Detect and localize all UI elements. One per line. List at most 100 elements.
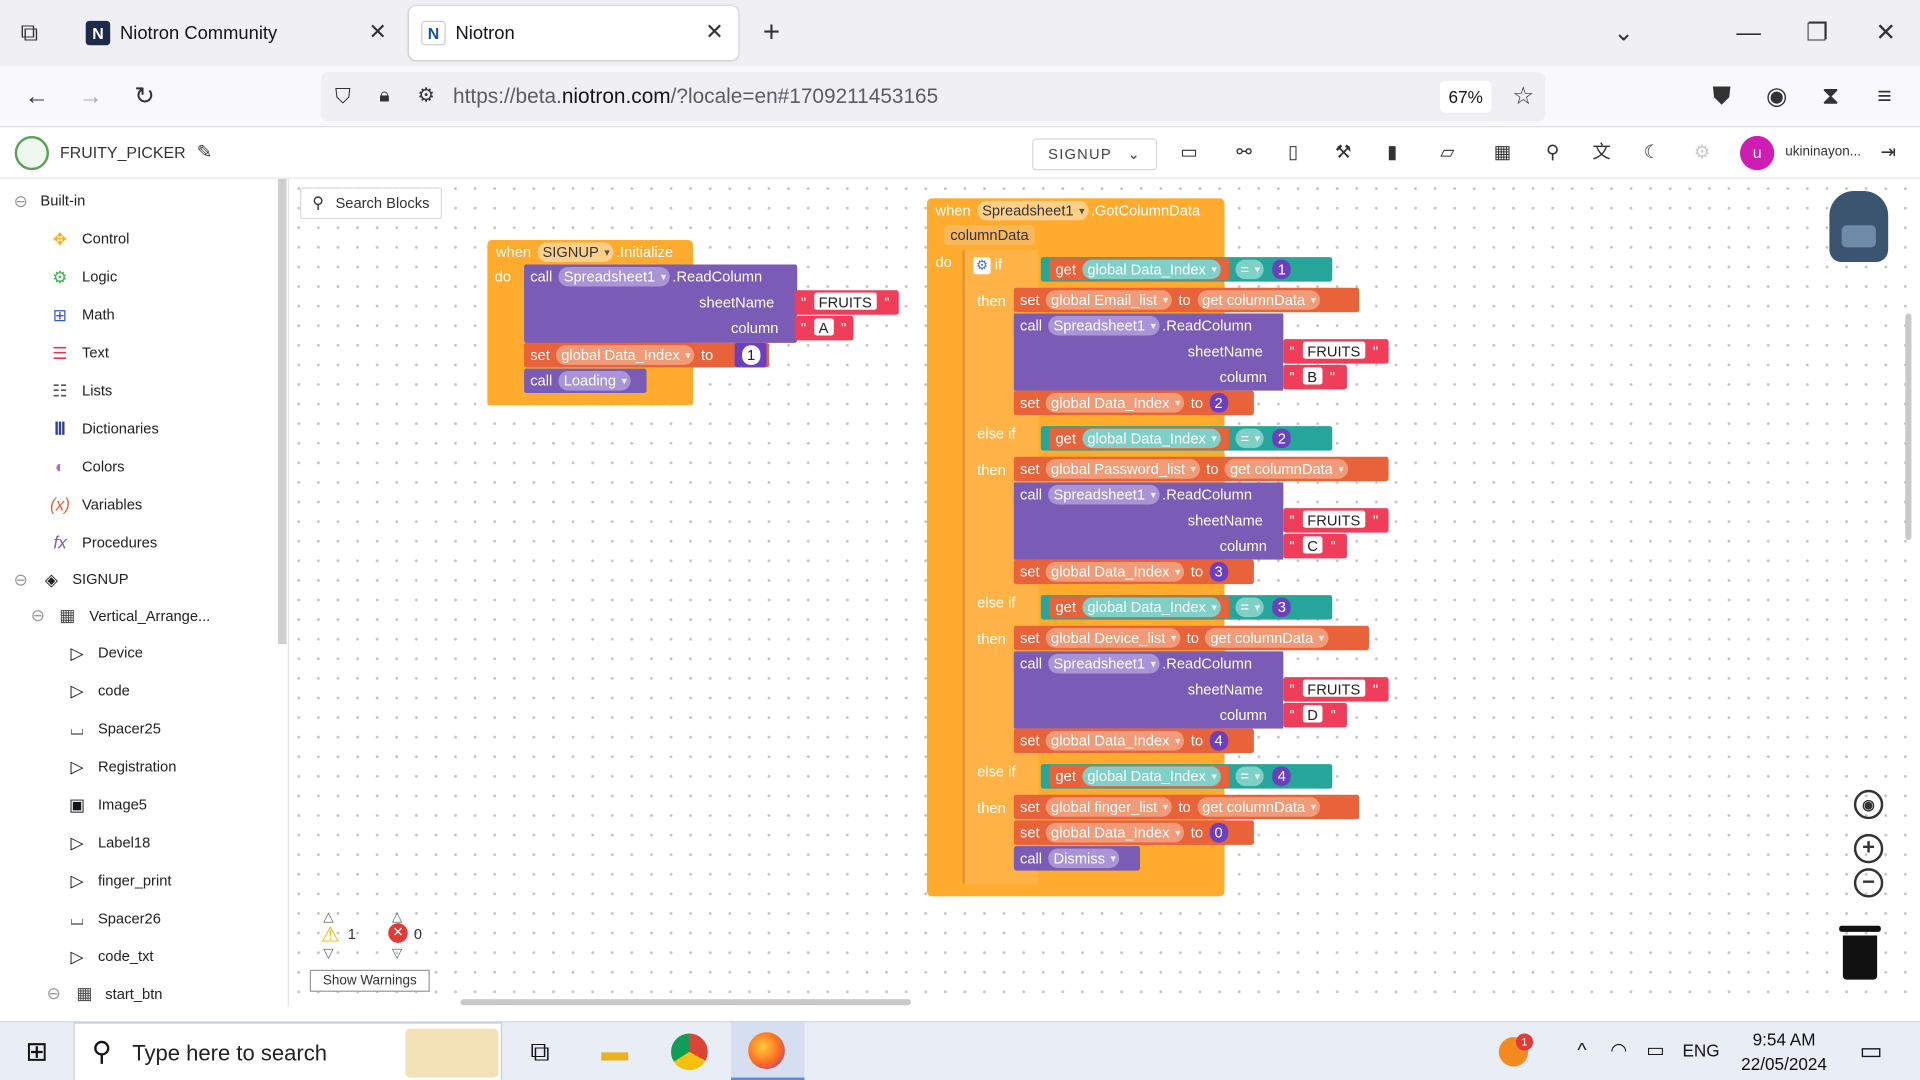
- sidebar-item-device[interactable]: Device: [98, 644, 143, 661]
- taskbar-search-box[interactable]: ⚲ Type here to search: [73, 1022, 503, 1080]
- lock-icon[interactable]: 🔒︎: [370, 82, 399, 111]
- chrome-icon[interactable]: [671, 1033, 708, 1071]
- text-literal[interactable]: FRUITS: [1301, 509, 1367, 529]
- zoom-level[interactable]: 67%: [1440, 80, 1492, 113]
- file-explorer-icon[interactable]: ▬: [595, 1032, 634, 1071]
- get-data-index-block[interactable]: get global Data_Index: [1049, 596, 1230, 619]
- procedure-dropdown[interactable]: Dismiss: [1048, 848, 1120, 869]
- tab-close-icon[interactable]: ✕: [705, 20, 723, 46]
- set-data-index-block[interactable]: set global Data_Index to 3: [1013, 559, 1254, 585]
- collapse-icon[interactable]: ⊖: [43, 982, 65, 1004]
- variable-dropdown[interactable]: global Data_Index: [1046, 393, 1185, 413]
- text-literal[interactable]: FRUITS: [812, 291, 878, 312]
- action-center-icon[interactable]: ▭: [1851, 1032, 1890, 1071]
- text-block-sheet[interactable]: " FRUITS ": [1283, 339, 1389, 364]
- warning-down-arrow-icon[interactable]: ▽: [323, 945, 333, 962]
- sidebar-item-colors[interactable]: Colors: [82, 458, 124, 475]
- number-literal[interactable]: 2: [1272, 428, 1291, 449]
- variable-dropdown[interactable]: global Password_list: [1046, 459, 1200, 479]
- collapse-icon[interactable]: ⊖: [27, 604, 49, 626]
- bookmark-icon[interactable]: ▮: [1380, 141, 1404, 165]
- tab-overview-icon[interactable]: ⧉: [15, 18, 44, 47]
- workspace-vertical-scrollbar[interactable]: [1905, 313, 1912, 541]
- permissions-icon[interactable]: ⚙: [411, 82, 440, 111]
- sidebar-item-label18[interactable]: Label18: [98, 834, 150, 851]
- error-up-arrow-icon[interactable]: △: [392, 909, 402, 925]
- minimize-icon[interactable]: —: [1734, 18, 1763, 47]
- sidebar-item-spacer26[interactable]: Spacer26: [98, 910, 161, 927]
- zoom-in-icon[interactable]: +: [1853, 833, 1884, 864]
- blocks-workspace[interactable]: ⚲ Search Blocks when SIGNUP.Initialize d…: [288, 178, 1920, 1007]
- get-data-index-block[interactable]: get global Data_Index: [1049, 765, 1230, 788]
- text-block-sheet[interactable]: " FRUITS ": [1283, 677, 1389, 702]
- tab-niotron[interactable]: N Niotron ✕: [408, 6, 739, 61]
- text-block-sheet[interactable]: " FRUITS ": [794, 290, 899, 315]
- text-block-column[interactable]: " D ": [1283, 702, 1347, 728]
- get-columndata[interactable]: get columnData: [1197, 290, 1320, 310]
- dark-mode-icon[interactable]: ☾: [1640, 141, 1664, 165]
- sidebar-item-signup[interactable]: SIGNUP: [72, 571, 128, 588]
- compare-block[interactable]: get global Data_Index = 3: [1040, 595, 1333, 620]
- laptop-icon[interactable]: ▭: [1177, 141, 1201, 165]
- number-literal[interactable]: 3: [1272, 597, 1291, 618]
- sidebar-item-lists[interactable]: Lists: [82, 382, 112, 399]
- get-columndata[interactable]: get columnData: [1197, 797, 1320, 817]
- set-list-block[interactable]: set global Device_list to get columnData: [1013, 625, 1369, 651]
- window-close-icon[interactable]: ✕: [1871, 18, 1900, 47]
- spreadsheet-dropdown[interactable]: Spreadsheet1: [558, 266, 670, 287]
- firefox-taskbar-button[interactable]: [731, 1022, 805, 1080]
- operator-dropdown[interactable]: =: [1235, 597, 1264, 618]
- operator-dropdown[interactable]: =: [1235, 766, 1264, 787]
- shield-icon[interactable]: ⛉: [328, 82, 357, 111]
- procedure-dropdown[interactable]: Loading: [558, 371, 631, 391]
- battery-icon[interactable]: ▭: [1636, 1032, 1675, 1071]
- number-literal[interactable]: 4: [1272, 766, 1291, 787]
- sidebar-item-finger-print[interactable]: finger_print: [98, 872, 172, 889]
- call-readcolumn-block[interactable]: call Spreadsheet1.ReadColumn: [1013, 651, 1284, 676]
- text-literal[interactable]: A: [812, 317, 835, 337]
- backpack-icon[interactable]: [1829, 191, 1889, 263]
- new-tab-icon[interactable]: +: [757, 18, 786, 47]
- number-literal[interactable]: 2: [1209, 393, 1228, 413]
- number-literal[interactable]: 1: [1272, 259, 1291, 280]
- text-block-column[interactable]: " B ": [1283, 364, 1347, 390]
- variable-dropdown[interactable]: global Data_Index: [1046, 731, 1185, 751]
- set-data-index-block[interactable]: set global Data_Index to 0: [1013, 820, 1254, 845]
- variable-dropdown[interactable]: global Device_list: [1046, 628, 1181, 648]
- variable-dropdown[interactable]: global Data_Index: [1082, 428, 1221, 449]
- call-loading-block[interactable]: call Loading: [524, 368, 647, 394]
- variable-dropdown[interactable]: global Data_Index: [1046, 822, 1185, 843]
- sidebar-item-control[interactable]: Control: [82, 230, 129, 247]
- mutator-gear-icon[interactable]: ⚙: [973, 257, 991, 275]
- task-view-icon[interactable]: ⧉: [520, 1032, 559, 1071]
- component-dropdown[interactable]: SIGNUP: [537, 242, 614, 263]
- set-list-block[interactable]: set global Password_list to get columnDa…: [1013, 456, 1389, 482]
- text-block-column[interactable]: " A ": [794, 315, 854, 341]
- variable-dropdown[interactable]: global Data_Index: [556, 345, 695, 365]
- compare-block[interactable]: get global Data_Index = 4: [1040, 764, 1333, 789]
- number-literal[interactable]: 1: [742, 345, 761, 365]
- sidebar-item-code-txt[interactable]: code_txt: [98, 948, 154, 965]
- get-data-index-block[interactable]: get global Data_Index: [1049, 427, 1230, 450]
- sidebar-item-vertical-arrangement[interactable]: Vertical_Arrange...: [89, 607, 210, 624]
- error-down-arrow-icon[interactable]: ▽: [392, 945, 402, 962]
- sidebar-item-spacer25[interactable]: Spacer25: [98, 720, 161, 737]
- set-list-block[interactable]: set global Email_list to get columnData: [1013, 287, 1360, 313]
- variable-dropdown[interactable]: global Email_list: [1046, 290, 1172, 310]
- account-icon[interactable]: ◉: [1762, 82, 1791, 111]
- operator-dropdown[interactable]: =: [1235, 428, 1264, 449]
- workspace-horizontal-scrollbar[interactable]: [460, 999, 912, 1006]
- grid-icon[interactable]: ▦: [1490, 141, 1514, 165]
- sidebar-item-math[interactable]: Math: [82, 306, 115, 323]
- trash-icon[interactable]: [1839, 925, 1881, 980]
- sidebar-item-image5[interactable]: Image5: [98, 796, 147, 813]
- avatar[interactable]: u: [1740, 135, 1775, 171]
- variable-dropdown[interactable]: global Data_Index: [1082, 766, 1221, 787]
- set-data-index-block[interactable]: set global Data_Index to 2: [1013, 390, 1254, 416]
- device-icon[interactable]: ▯: [1281, 141, 1305, 165]
- variable-dropdown[interactable]: global Data_Index: [1046, 562, 1185, 582]
- connect-icon[interactable]: ⚯: [1232, 141, 1256, 165]
- get-columndata[interactable]: get columnData: [1225, 459, 1348, 479]
- bookmark-star-icon[interactable]: ☆: [1509, 82, 1538, 111]
- wifi-icon[interactable]: ◠: [1599, 1032, 1638, 1071]
